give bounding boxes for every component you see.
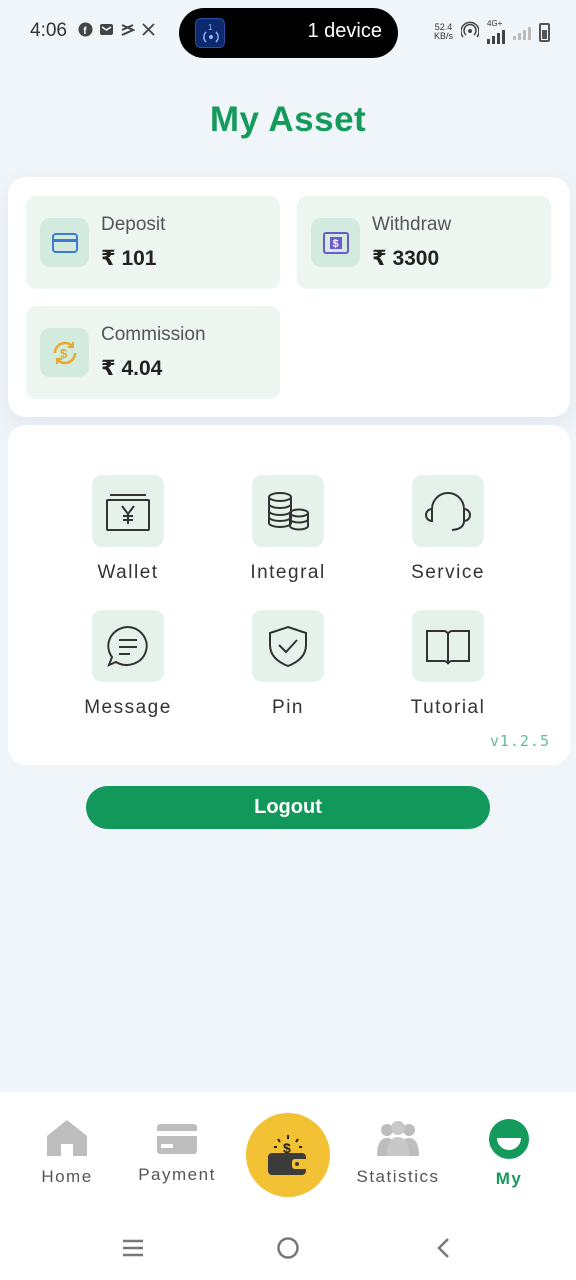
withdraw-tile[interactable]: $ Withdraw ₹ 3300 — [297, 196, 551, 289]
nav-label-statistics: Statistics — [356, 1167, 440, 1186]
mail-icon — [99, 22, 114, 37]
menu-item-message[interactable]: Message — [58, 610, 198, 719]
signal-4g: 4G+ — [487, 20, 505, 44]
payment-card-icon — [157, 1124, 197, 1154]
wallet-money-icon: $ — [268, 1135, 308, 1175]
commission-tile[interactable]: $ Commission ₹ 4.04 — [26, 306, 280, 399]
wallet-yen-icon — [92, 475, 164, 547]
menu-label-service: Service — [411, 562, 485, 583]
asset-card: Deposit ₹ 101 $ Withdraw ₹ 3300 $ Commis… — [8, 177, 570, 417]
people-icon — [377, 1121, 419, 1156]
nav-center-wallet[interactable]: $ — [246, 1113, 330, 1197]
nav-home[interactable]: Home — [12, 1118, 122, 1187]
menu-item-service[interactable]: Service — [378, 475, 518, 584]
status-time: 4:06 — [30, 20, 67, 41]
battery-icon — [539, 22, 550, 42]
coins-stack-icon — [252, 475, 324, 547]
withdraw-value: ₹ 3300 — [372, 247, 440, 270]
status-bar: 4:06 f 1 1 device 52.4 KB/s 4G+ — [0, 0, 576, 66]
nav-label-my: My — [495, 1169, 523, 1188]
nav-my[interactable]: My — [454, 1118, 564, 1189]
home-circle-icon[interactable] — [276, 1236, 300, 1260]
nav-statistics[interactable]: Statistics — [343, 1120, 453, 1187]
menu-card: Wallet Integral Service Message Pin Tuto… — [8, 425, 570, 765]
facebook-icon: f — [78, 22, 93, 37]
commission-label: Commission — [101, 324, 206, 345]
network-speed: 52.4 KB/s — [433, 22, 453, 41]
coin-exchange-icon: $ — [40, 328, 89, 377]
chat-bubble-icon — [92, 610, 164, 682]
menu-item-tutorial[interactable]: Tutorial — [378, 610, 518, 719]
cash-icon: $ — [311, 218, 360, 267]
commission-value: ₹ 4.04 — [101, 357, 163, 380]
home-icon — [47, 1120, 87, 1156]
my-profile-icon — [489, 1119, 529, 1159]
deposit-value: ₹ 101 — [101, 247, 157, 270]
x-icon — [141, 22, 156, 37]
page-title: My Asset — [209, 100, 367, 139]
menu-label-message: Message — [84, 697, 172, 718]
bottom-nav: Home Payment $ Statistics My — [0, 1092, 576, 1212]
notification-icons: f — [78, 22, 156, 37]
svg-text:$: $ — [332, 238, 338, 250]
signal-icon — [513, 24, 531, 40]
headset-icon — [412, 475, 484, 547]
capcut-icon — [120, 22, 136, 37]
pill-badge: 1 — [208, 23, 213, 32]
withdraw-label: Withdraw — [372, 214, 452, 235]
deposit-label: Deposit — [101, 214, 166, 235]
recents-icon[interactable] — [121, 1236, 145, 1260]
pill-text: 1 device — [307, 20, 383, 42]
hotspot-icon — [460, 21, 480, 44]
nav-label-home: Home — [41, 1167, 93, 1186]
broadcast-icon: 1 — [195, 18, 225, 48]
menu-item-pin[interactable]: Pin — [218, 610, 358, 719]
card-icon — [40, 218, 89, 267]
menu-item-integral[interactable]: Integral — [218, 475, 358, 584]
deposit-tile[interactable]: Deposit ₹ 101 — [26, 196, 280, 289]
menu-label-tutorial: Tutorial — [410, 697, 486, 718]
menu-label-wallet: Wallet — [97, 562, 159, 583]
svg-text:$: $ — [60, 346, 68, 361]
app-version: v1.2.5 — [489, 732, 550, 750]
menu-label-pin: Pin — [272, 697, 304, 718]
nav-payment[interactable]: Payment — [122, 1122, 232, 1185]
menu-label-integral: Integral — [250, 562, 326, 583]
device-pill[interactable]: 1 1 device — [179, 8, 398, 58]
logout-button[interactable]: Logout — [86, 786, 490, 829]
back-icon[interactable] — [434, 1236, 454, 1260]
system-status: 52.4 KB/s 4G+ — [434, 20, 550, 44]
shield-check-icon — [252, 610, 324, 682]
system-nav-bar — [0, 1212, 576, 1280]
menu-item-wallet[interactable]: Wallet — [58, 475, 198, 584]
book-icon — [412, 610, 484, 682]
nav-label-payment: Payment — [138, 1165, 216, 1184]
